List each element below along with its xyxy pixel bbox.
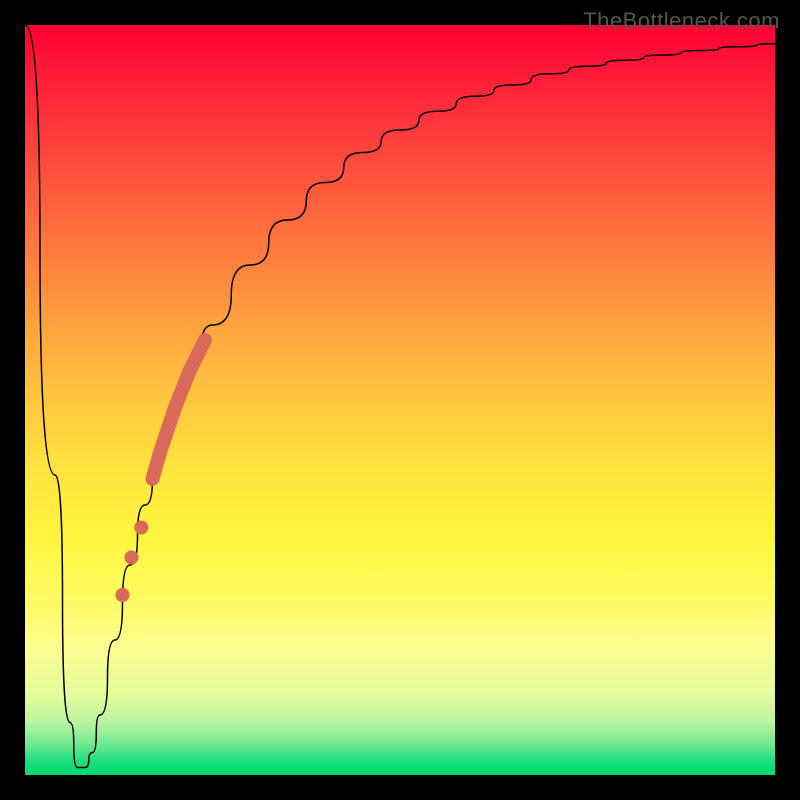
chart-svg	[25, 25, 775, 775]
annotation-dots	[116, 521, 149, 603]
plot-area	[25, 25, 775, 775]
highlight-segment	[153, 340, 206, 479]
annotation-dot	[125, 551, 139, 565]
watermark-text: TheBottleneck.com	[583, 8, 780, 34]
annotation-dot	[116, 588, 130, 602]
annotation-dot	[134, 521, 148, 535]
bottleneck-curve	[25, 25, 775, 768]
